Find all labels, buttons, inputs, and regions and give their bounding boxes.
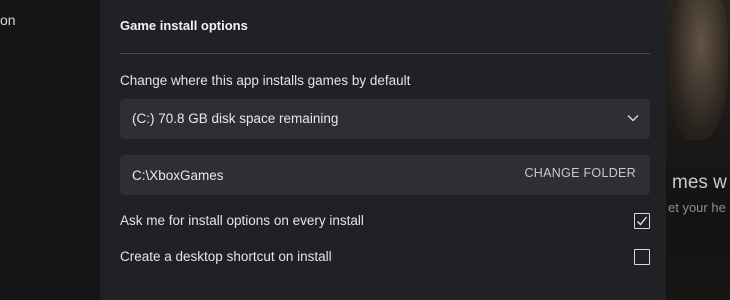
chevron-down-icon bbox=[627, 115, 639, 122]
install-options-panel: Game install options Change where this a… bbox=[100, 0, 666, 300]
sidebar-item-label[interactable]: on bbox=[0, 12, 16, 28]
install-folder-path: C:\XboxGames bbox=[132, 168, 224, 183]
section-divider bbox=[120, 53, 650, 54]
drive-select[interactable]: (C:) 70.8 GB disk space remaining bbox=[120, 99, 650, 139]
ask-install-options-label: Ask me for install options on every inst… bbox=[120, 213, 364, 228]
desktop-shortcut-checkbox[interactable] bbox=[634, 249, 650, 265]
settings-screen: on mes w et your he Game install options… bbox=[0, 0, 730, 300]
ask-install-options-checkbox[interactable] bbox=[634, 213, 650, 229]
background-figure bbox=[668, 0, 728, 140]
install-folder-row: C:\XboxGames CHANGE FOLDER bbox=[120, 155, 650, 195]
change-folder-button[interactable]: CHANGE FOLDER bbox=[524, 166, 636, 180]
sidebar: on bbox=[0, 0, 100, 300]
background-subtext: et your he bbox=[668, 200, 726, 215]
section-title: Game install options bbox=[120, 18, 248, 33]
background-image bbox=[666, 0, 730, 300]
background-heading: mes w bbox=[672, 172, 727, 193]
drive-select-value: (C:) 70.8 GB disk space remaining bbox=[132, 111, 339, 126]
desktop-shortcut-label: Create a desktop shortcut on install bbox=[120, 249, 332, 264]
install-location-label: Change where this app installs games by … bbox=[120, 73, 411, 88]
checkmark-icon bbox=[637, 216, 648, 226]
background-art: mes w et your he bbox=[666, 0, 730, 300]
